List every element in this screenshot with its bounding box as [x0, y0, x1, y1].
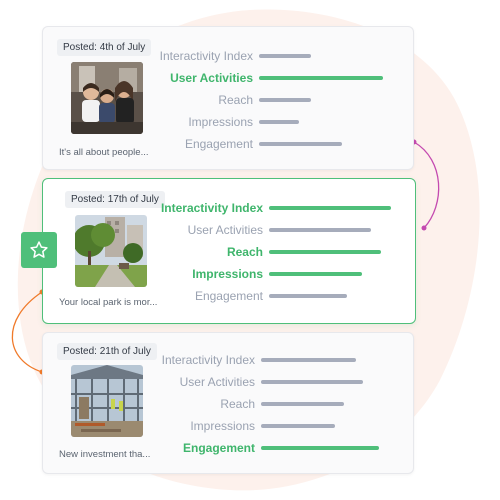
posted-date-badge: Posted: 4th of July: [57, 39, 152, 56]
metric-row: Interactivity Index: [155, 349, 415, 371]
metric-bar: [259, 54, 311, 58]
metric-bar: [269, 294, 347, 298]
posted-date-badge: Posted: 17th of July: [65, 191, 165, 208]
metric-row: Engagement: [153, 133, 413, 155]
metric-label: Reach: [218, 93, 253, 107]
metric-label: Engagement: [194, 289, 263, 303]
post-thumbnail[interactable]: [75, 215, 147, 287]
metric-bar-track: [259, 142, 383, 146]
metric-bar: [261, 424, 335, 428]
metric-bar: [259, 76, 383, 80]
metric-row: Impressions: [155, 415, 415, 437]
metric-label: Impressions: [192, 267, 263, 281]
metric-label: User Activities: [187, 223, 263, 237]
metric-bar-track: [259, 98, 383, 102]
metric-row: Impressions: [163, 263, 423, 285]
metric-label: User Activities: [179, 375, 255, 389]
metric-label: Impressions: [190, 419, 255, 433]
metric-bar: [269, 272, 362, 276]
construction-photo-icon: [71, 365, 143, 437]
metric-label: Interactivity Index: [159, 49, 253, 63]
metric-bar-track: [261, 380, 385, 384]
metric-bar-track: [269, 228, 393, 232]
metric-bar-track: [259, 120, 383, 124]
metric-label: Engagement: [182, 441, 255, 455]
metric-bar-track: [261, 424, 385, 428]
metric-bar: [261, 358, 356, 362]
metric-bar: [261, 380, 363, 384]
metric-bar: [259, 98, 311, 102]
post-caption: Your local park is mor...: [59, 297, 158, 308]
metric-label: Engagement: [184, 137, 253, 151]
metric-bar: [261, 402, 344, 406]
post-caption: New investment tha...: [59, 449, 151, 460]
family-photo-icon: [71, 62, 143, 134]
metric-row: Engagement: [163, 285, 423, 307]
metric-bar-track: [259, 54, 383, 58]
metric-label: Interactivity Index: [160, 201, 263, 215]
metric-label: Reach: [220, 397, 255, 411]
post-card-2[interactable]: Posted: 17th of July Your local park is …: [42, 178, 416, 324]
post-thumbnail[interactable]: [71, 365, 143, 437]
metric-row: Interactivity Index: [153, 45, 413, 67]
metric-bar: [259, 120, 299, 124]
metric-bar: [259, 142, 342, 146]
metric-bar-track: [261, 402, 385, 406]
metric-bar-track: [269, 272, 393, 276]
post-thumbnail[interactable]: [71, 62, 143, 134]
metric-bar-track: [261, 358, 385, 362]
metric-bar-track: [269, 294, 393, 298]
metric-row: User Activities: [153, 67, 413, 89]
star-icon: [30, 241, 48, 258]
metric-row: User Activities: [163, 219, 423, 241]
metric-row: Interactivity Index: [160, 197, 423, 219]
metric-bar-track: [269, 206, 393, 210]
metric-label: User Activities: [170, 71, 253, 85]
posted-date-badge: Posted: 21th of July: [57, 343, 157, 360]
metric-bar-track: [269, 250, 393, 254]
post-metrics-stage: Posted: 4th of July It's all about peopl…: [0, 0, 500, 500]
metric-label: Impressions: [188, 115, 253, 129]
metric-bar: [269, 228, 371, 232]
metric-bar-track: [261, 446, 385, 450]
favorite-star-button[interactable]: [21, 232, 57, 268]
metric-row: Engagement: [155, 437, 415, 459]
metric-label: Interactivity Index: [161, 353, 255, 367]
metric-bar-track: [259, 76, 383, 80]
metric-row: Impressions: [153, 111, 413, 133]
park-photo-icon: [75, 215, 147, 287]
post-card-1[interactable]: Posted: 4th of July It's all about peopl…: [42, 26, 414, 170]
metric-row: User Activities: [155, 371, 415, 393]
post-card-3[interactable]: Posted: 21th of July New investment tha.…: [42, 332, 414, 474]
post-caption: It's all about people...: [59, 147, 149, 158]
metric-row: Reach: [155, 393, 415, 415]
metric-row: Reach: [153, 89, 413, 111]
metric-row: Reach: [163, 241, 423, 263]
metric-bar: [269, 206, 391, 210]
metric-bar: [269, 250, 381, 254]
metric-bar: [261, 446, 379, 450]
metric-label: Reach: [226, 245, 263, 259]
